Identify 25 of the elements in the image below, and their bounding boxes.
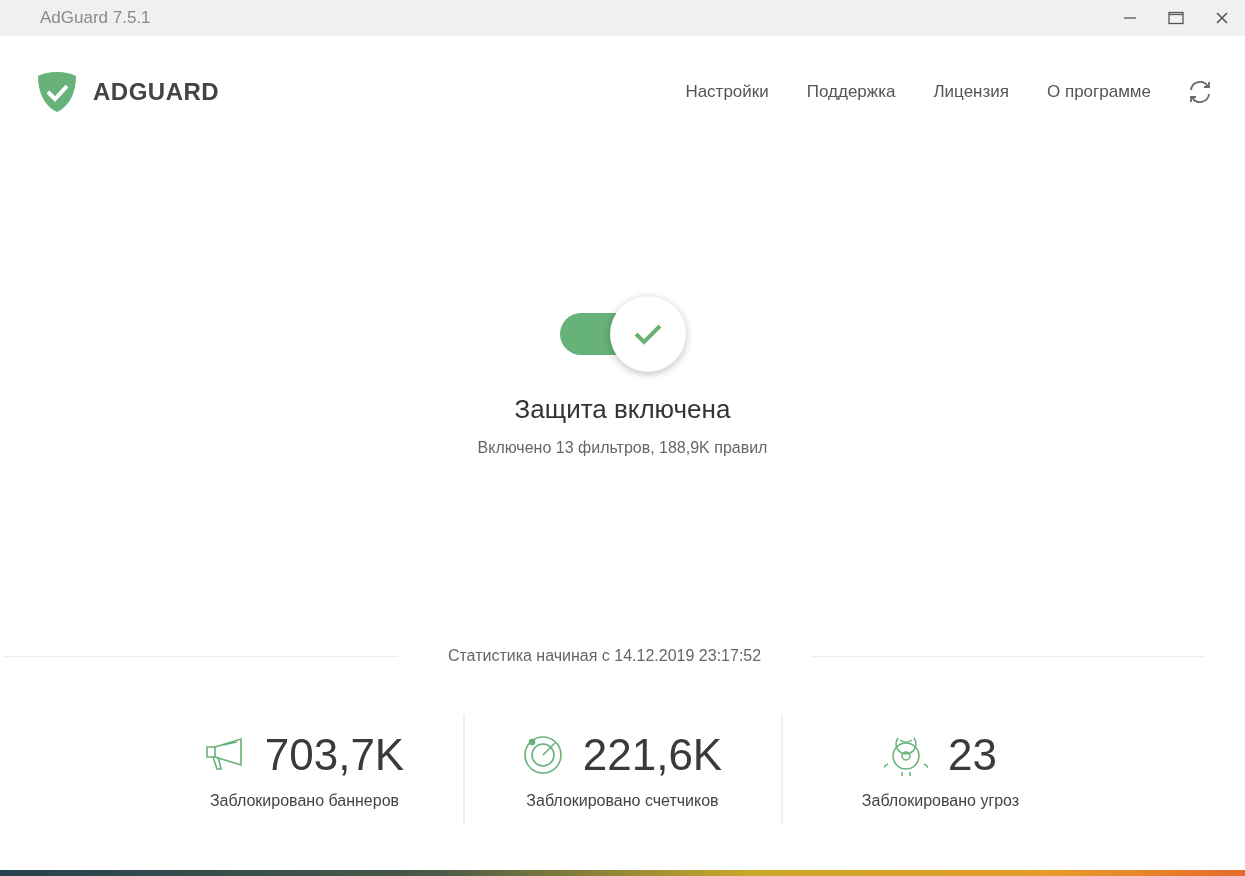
refresh-button[interactable] (1187, 80, 1213, 104)
window-title: AdGuard 7.5.1 (40, 8, 152, 28)
nav-link[interactable]: Лицензия (933, 82, 1009, 102)
statistics-since: Статистика начиная с 14.12.2019 23:17:52 (446, 647, 763, 665)
protection-details: Включено 13 фильтров, 188,9K правил (477, 439, 768, 457)
brand-name: ADGUARD (93, 78, 220, 106)
checkmark-icon (632, 322, 663, 346)
radar-icon (522, 735, 563, 775)
nav-link[interactable]: О программе (1047, 82, 1151, 102)
refresh-icon (1187, 80, 1213, 104)
nav-link[interactable]: Поддержка (806, 82, 896, 102)
stat-label: Заблокировано счетчиков (526, 792, 719, 810)
stat-value: 703,7K (264, 730, 405, 780)
megaphone-icon (204, 737, 245, 773)
toggle-thumb[interactable] (609, 296, 686, 372)
protection-status: Защита включена (514, 394, 731, 425)
shield-check-icon (37, 71, 77, 113)
stat-value: 23 (948, 730, 997, 780)
stat-label: Заблокировано баннеров (209, 792, 400, 810)
protection-toggle[interactable] (559, 296, 686, 372)
stat-label: Заблокировано угроз (861, 792, 1020, 810)
stat-value: 221,6K (582, 730, 723, 780)
nav-link[interactable]: Настройки (685, 82, 769, 102)
close-icon (1215, 11, 1229, 25)
maximize-icon (1168, 11, 1184, 25)
